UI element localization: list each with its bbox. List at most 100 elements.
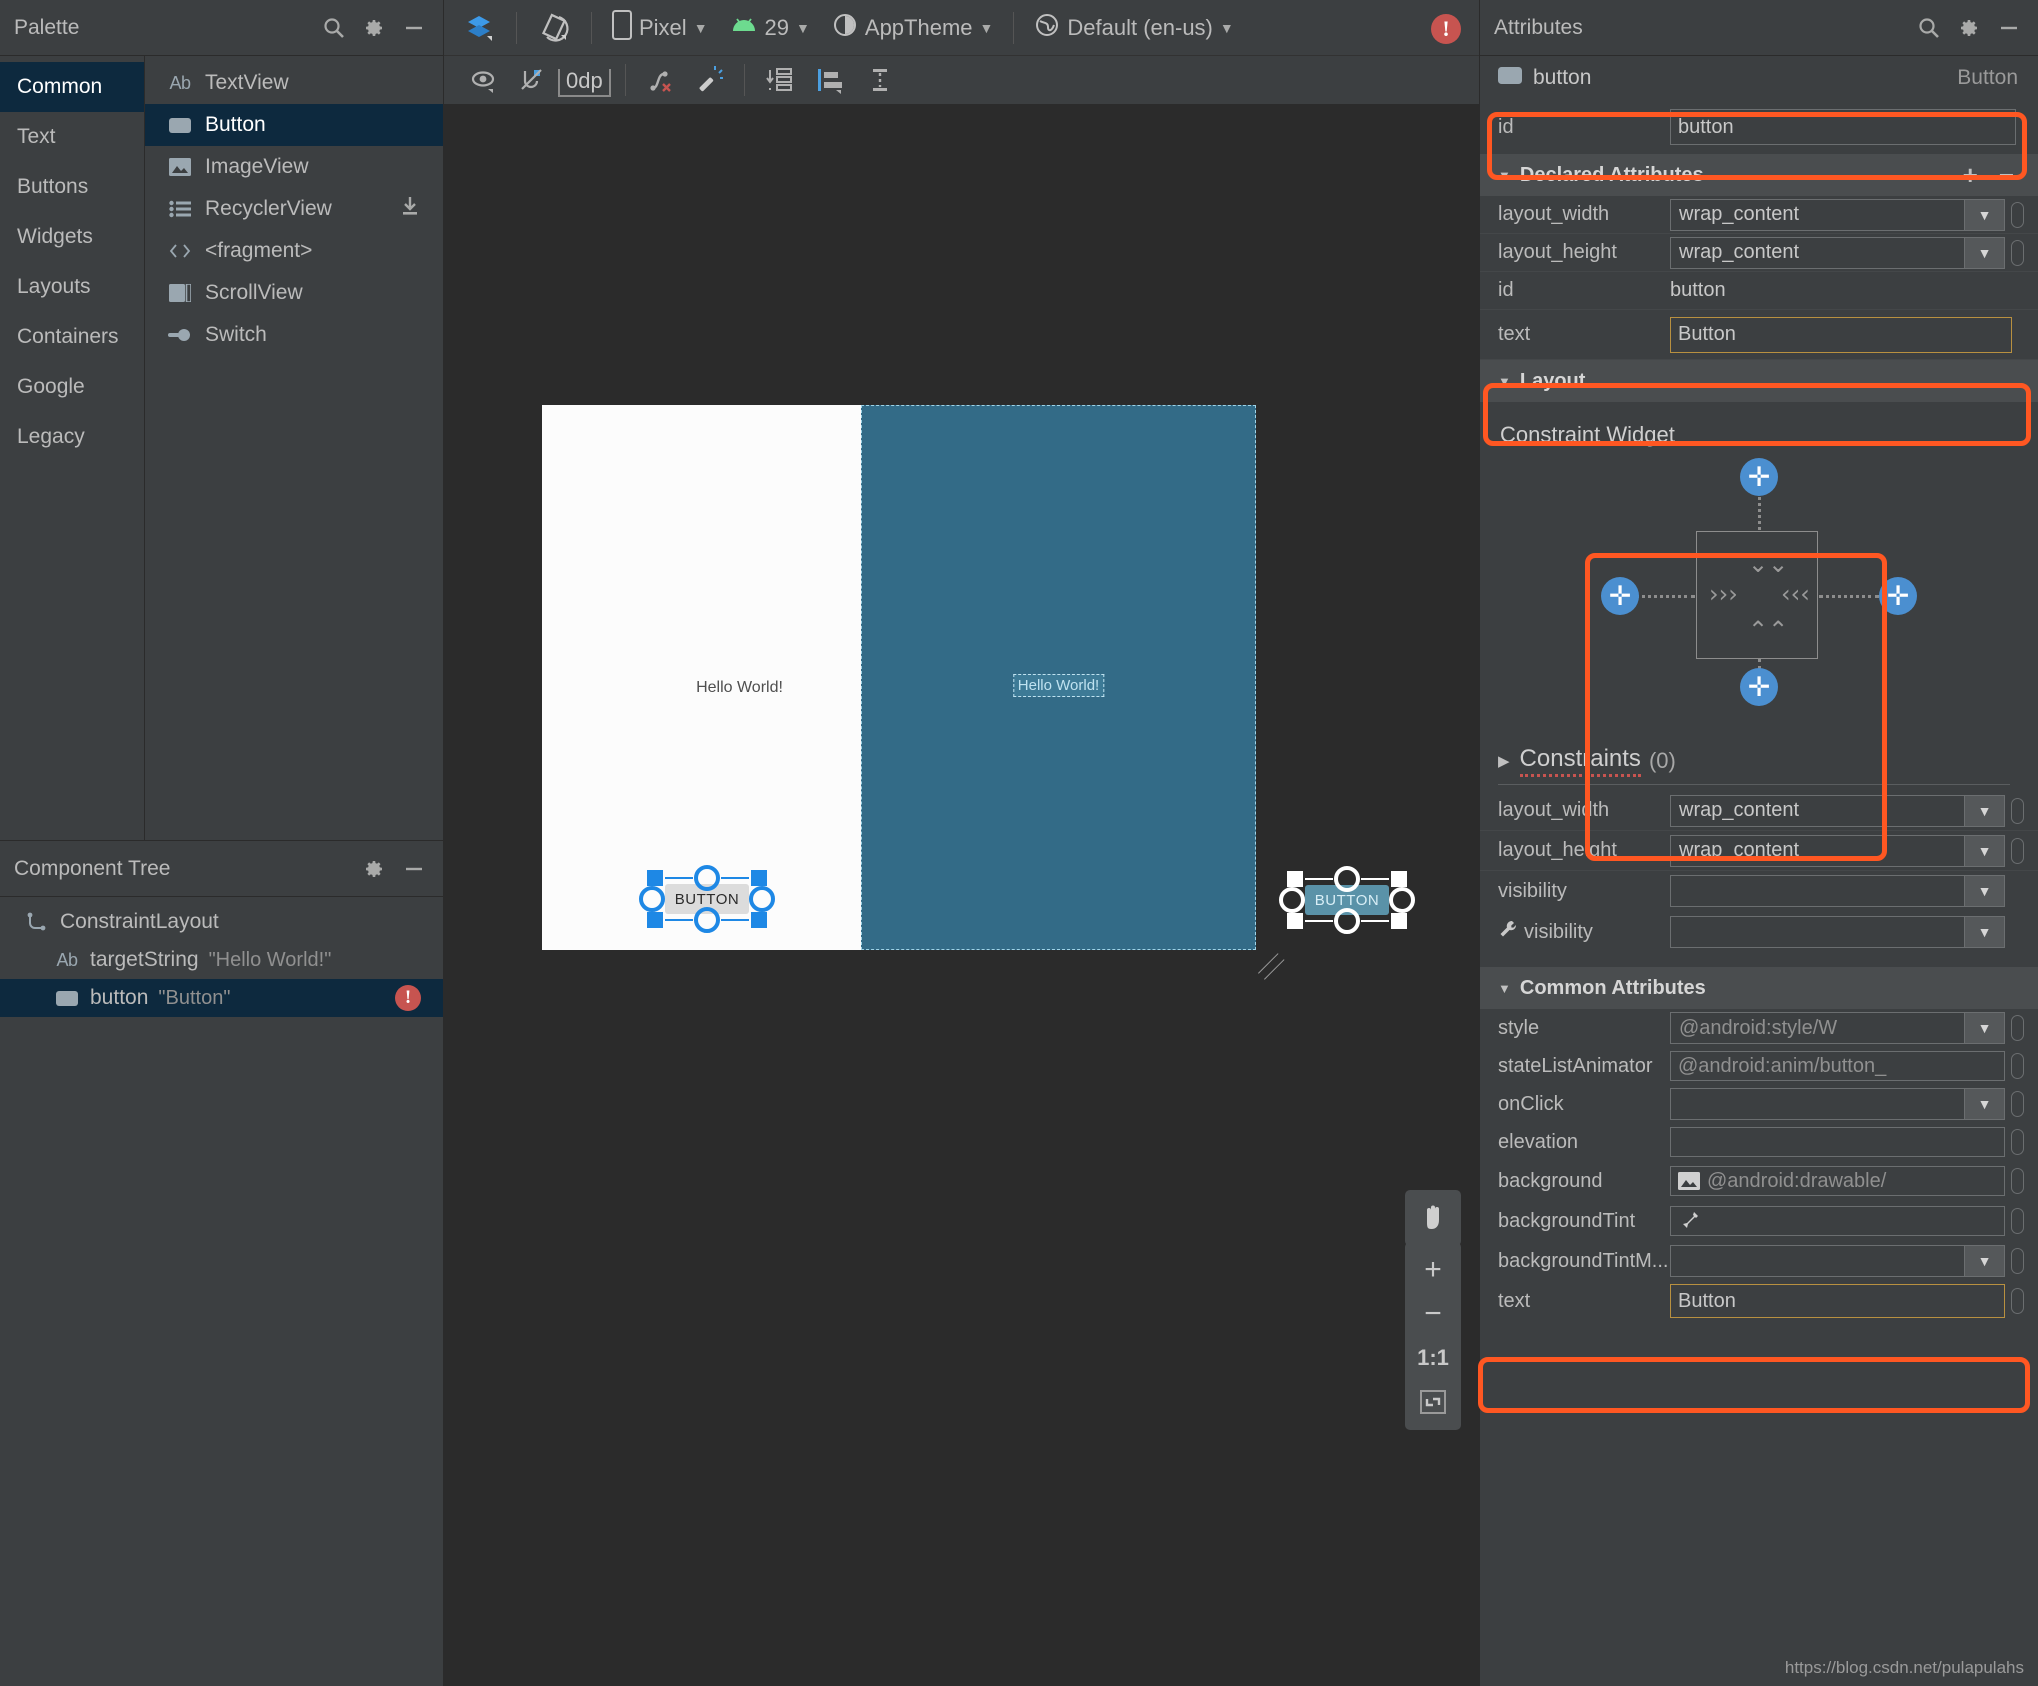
minimize-icon[interactable] [1994,13,2024,43]
resize-handle-bottom-left[interactable] [1287,913,1303,929]
layout-height-combo-2[interactable]: wrap_content ▼ [1670,834,2005,867]
palette-item-imageview[interactable]: ImageView [145,146,443,188]
guidelines-icon[interactable] [859,60,901,100]
color-picker-icon[interactable] [1678,1210,1700,1232]
api-level-selector[interactable]: 29 ▼ [720,6,820,50]
tree-row-constraintlayout[interactable]: ConstraintLayout [0,903,443,941]
resize-handle-top-left[interactable] [1287,871,1303,887]
palette-item-button[interactable]: Button [145,104,443,146]
canvas-resize-corner-icon[interactable] [1256,953,1286,983]
id-input[interactable]: button [1670,109,2016,145]
remove-attribute-button[interactable]: − [1993,162,2020,188]
device-selector[interactable]: Pixel ▼ [602,6,718,50]
horizontal-size-chevron-right-icon[interactable]: ››› [1709,582,1738,606]
palette-item-fragment[interactable]: <fragment> [145,230,443,272]
constraint-anchor-right[interactable] [749,886,775,912]
constraint-anchor-bottom[interactable] [694,907,720,933]
infer-constraints-icon[interactable] [688,60,730,100]
attribute-resource-pill[interactable] [2011,1168,2024,1194]
zoom-in-button[interactable]: + [1405,1248,1461,1292]
constraint-anchor-left[interactable] [639,886,665,912]
autoconnect-icon[interactable] [510,60,552,100]
text-input-common[interactable]: Button [1670,1284,2005,1318]
backgroundtint-input[interactable] [1670,1206,2005,1236]
search-icon[interactable] [1914,13,1944,43]
palette-category-layouts[interactable]: Layouts [0,262,144,312]
resize-handle-bottom-right[interactable] [751,912,767,928]
add-attribute-button[interactable]: + [1957,162,1984,188]
palette-category-widgets[interactable]: Widgets [0,212,144,262]
statelistanimator-input[interactable]: @android:anim/button_ [1670,1051,2005,1081]
align-icon[interactable] [809,60,853,100]
background-input[interactable]: @android:drawable/ [1670,1166,2005,1196]
palette-category-legacy[interactable]: Legacy [0,412,144,462]
tree-row-button[interactable]: button "Button" ! [0,979,443,1017]
resize-handle-bottom-left[interactable] [647,912,663,928]
palette-category-buttons[interactable]: Buttons [0,162,144,212]
constraint-anchor-bottom[interactable] [1334,908,1360,934]
palette-item-textview[interactable]: Ab TextView [145,62,443,104]
theme-selector[interactable]: AppTheme ▼ [822,6,1003,50]
resize-handle-top-right[interactable] [751,870,767,886]
palette-item-scrollview[interactable]: ScrollView [145,272,443,314]
attribute-resource-pill[interactable] [2011,1288,2024,1314]
selected-button-widget-blueprint[interactable]: BUTTON [1279,866,1415,934]
constraint-anchor-top[interactable] [694,865,720,891]
attribute-resource-pill[interactable] [2011,1091,2024,1117]
palette-category-common[interactable]: Common [0,62,144,112]
gear-icon[interactable] [359,854,389,884]
palette-category-text[interactable]: Text [0,112,144,162]
add-top-constraint-button[interactable]: ✛ [1740,458,1778,496]
locale-selector[interactable]: Default (en-us) ▼ [1024,6,1243,50]
search-icon[interactable] [319,13,349,43]
gear-icon[interactable] [1954,13,1984,43]
attribute-resource-pill[interactable] [2011,1053,2024,1079]
gear-icon[interactable] [359,13,389,43]
constraint-anchor-top[interactable] [1334,866,1360,892]
default-margin-value[interactable]: 0dp [558,68,611,97]
palette-category-containers[interactable]: Containers [0,312,144,362]
horizontal-size-chevron-left-icon[interactable]: ‹‹‹ [1781,582,1810,606]
section-declared-attributes[interactable]: ▼ Declared Attributes + − [1480,154,2038,196]
clear-constraints-icon[interactable] [640,60,682,100]
constraint-widget[interactable]: ✛ ✛ ✛ ✛ ⌄⌄ ⌃⌃ ››› ‹‹‹ [1601,458,1917,706]
layout-width-combo-2[interactable]: wrap_content ▼ [1670,794,2005,827]
tools-visibility-combo[interactable]: ▼ [1670,916,2005,948]
palette-item-recyclerview[interactable]: RecyclerView [145,188,443,230]
pack-icon[interactable] [759,60,803,100]
text-input-declared[interactable]: Button [1670,316,2012,353]
attribute-resource-pill[interactable] [2011,239,2024,266]
add-right-constraint-button[interactable]: ✛ [1879,577,1917,615]
show-constraints-icon[interactable] [462,60,504,100]
backgroundtintmode-combo[interactable]: ▼ [1670,1245,2005,1277]
palette-item-switch[interactable]: Switch [145,314,443,356]
style-combo[interactable]: @android:style/W ▼ [1670,1012,2005,1044]
selected-button-widget-design[interactable]: BUTTON [639,865,775,933]
device-preview-blueprint[interactable]: Hello World! BUTTON [861,405,1415,950]
design-canvas[interactable]: Hello World! BUTTON Hello World! BUTTON … [444,105,1479,1686]
resize-handle-top-left[interactable] [647,870,663,886]
actual-size-button[interactable]: 1:1 [1405,1336,1461,1380]
attribute-resource-pill[interactable] [2011,1248,2024,1274]
layout-width-combo[interactable]: wrap_content ▼ [1670,198,2005,231]
attribute-resource-pill[interactable] [2011,1129,2024,1155]
attribute-resource-pill[interactable] [2011,1208,2024,1234]
constraints-collapsible-row[interactable]: ▶ Constraints (0) [1480,738,2038,784]
minimize-icon[interactable] [399,13,429,43]
constraint-anchor-left[interactable] [1279,887,1305,913]
onclick-combo[interactable]: ▼ [1670,1088,2005,1120]
attribute-resource-pill[interactable] [2011,837,2024,864]
tree-row-targetstring[interactable]: Ab targetString "Hello World!" [0,941,443,979]
design-mode-button[interactable] [452,6,506,50]
attribute-resource-pill[interactable] [2011,1015,2024,1041]
resize-handle-bottom-right[interactable] [1391,913,1407,929]
add-bottom-constraint-button[interactable]: ✛ [1740,668,1778,706]
download-icon[interactable] [399,195,421,223]
zoom-out-button[interactable]: − [1405,1292,1461,1336]
error-badge-icon[interactable]: ! [395,985,421,1011]
pan-tool-button[interactable] [1405,1190,1461,1246]
layout-height-combo[interactable]: wrap_content ▼ [1670,236,2005,269]
constraint-anchor-right[interactable] [1389,887,1415,913]
visibility-combo[interactable]: ▼ [1670,875,2005,907]
section-layout[interactable]: ▼ Layout [1480,360,2038,402]
